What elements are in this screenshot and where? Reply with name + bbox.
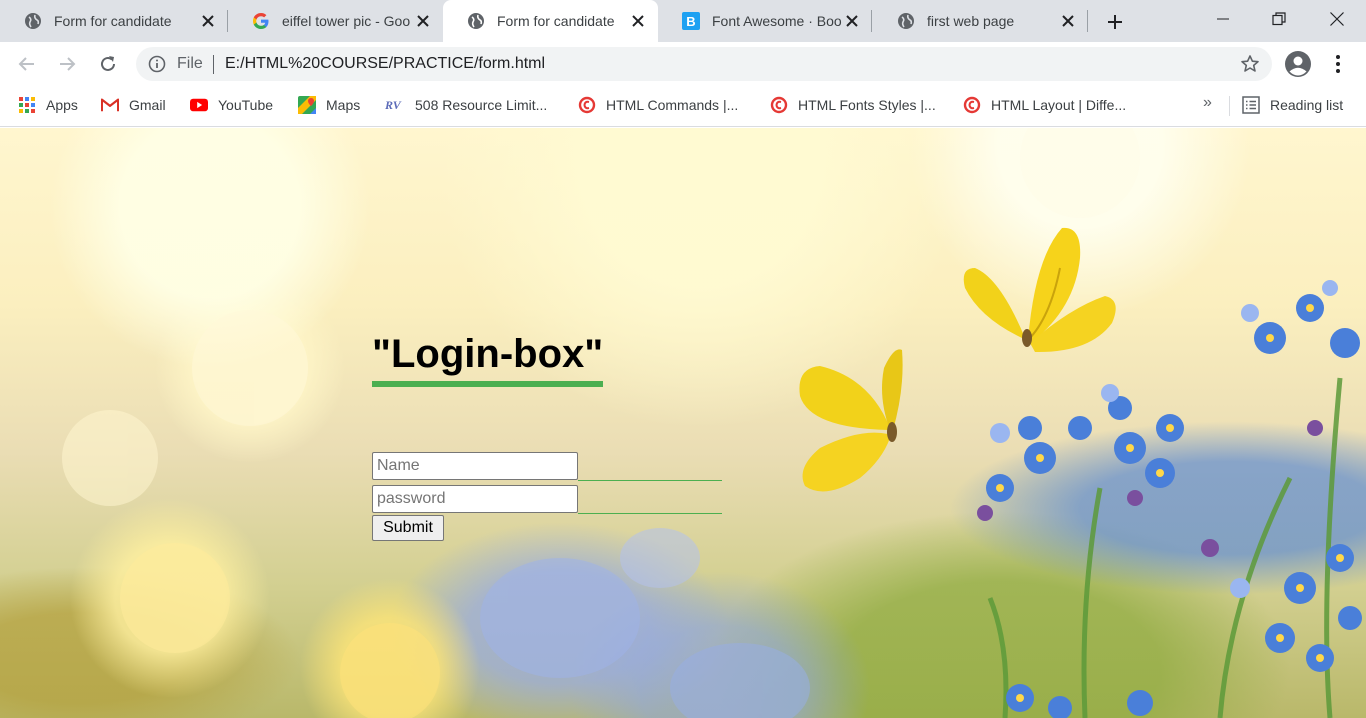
svg-text:RV: RV bbox=[385, 98, 402, 112]
tab-form-for-candidate-1[interactable]: Form for candidate bbox=[0, 0, 228, 42]
more-bookmarks-button[interactable]: » bbox=[1203, 94, 1212, 112]
address-separator bbox=[213, 55, 214, 74]
close-icon bbox=[1330, 12, 1344, 26]
scheme-label: File bbox=[177, 55, 203, 72]
bookmark-label: Gmail bbox=[129, 97, 166, 113]
bookmark-html-fonts-styles[interactable]: HTML Fonts Styles |... bbox=[770, 94, 936, 116]
tab-title: eiffel tower pic - Goo bbox=[282, 13, 411, 29]
bookmark-label: HTML Fonts Styles |... bbox=[798, 97, 936, 113]
globe-icon bbox=[897, 12, 915, 30]
site-c-icon bbox=[963, 96, 981, 114]
browser-toolbar: File E:/HTML%20COURSE/PRACTICE/form.html bbox=[0, 42, 1366, 86]
bookmark-label: Apps bbox=[46, 97, 78, 113]
tab-separator bbox=[871, 10, 872, 32]
google-icon bbox=[252, 12, 270, 30]
more-vert-icon bbox=[1336, 55, 1340, 73]
back-arrow-icon bbox=[18, 57, 34, 71]
tab-title: first web page bbox=[927, 13, 1015, 29]
restore-button[interactable] bbox=[1250, 0, 1308, 38]
minimize-icon bbox=[1217, 18, 1229, 20]
bookmarks-bar: Apps Gmail YouTube Maps RV 508 Resource … bbox=[0, 86, 1366, 127]
bookmark-star-icon[interactable] bbox=[1240, 54, 1260, 74]
bookmark-html-layout[interactable]: HTML Layout | Diffe... bbox=[963, 94, 1126, 116]
info-icon[interactable] bbox=[148, 55, 166, 73]
address-bar[interactable]: File E:/HTML%20COURSE/PRACTICE/form.html bbox=[136, 47, 1272, 81]
tab-title: Form for candidate bbox=[497, 13, 615, 29]
close-tab-icon[interactable] bbox=[628, 11, 648, 31]
page-viewport: "Login-box" Submit bbox=[0, 128, 1366, 718]
bookmark-label: Maps bbox=[326, 97, 361, 113]
bookmark-label: YouTube bbox=[218, 97, 274, 113]
bookmarks-separator bbox=[1229, 96, 1230, 116]
name-input[interactable] bbox=[372, 452, 578, 480]
tab-form-for-candidate-active[interactable]: Form for candidate bbox=[443, 0, 658, 42]
bookmark-html-commands[interactable]: HTML Commands |... bbox=[578, 94, 738, 116]
name-underline bbox=[578, 480, 722, 481]
close-tab-icon[interactable] bbox=[842, 11, 862, 31]
bookmark-maps[interactable]: Maps bbox=[298, 94, 360, 116]
tab-first-web-page[interactable]: first web page bbox=[873, 0, 1088, 42]
close-window-button[interactable] bbox=[1308, 0, 1366, 38]
youtube-icon bbox=[190, 96, 208, 114]
globe-icon bbox=[24, 12, 42, 30]
profile-avatar-icon[interactable] bbox=[1284, 50, 1312, 78]
tab-separator bbox=[1087, 10, 1088, 32]
forward-arrow-icon bbox=[60, 57, 76, 71]
close-tab-icon[interactable] bbox=[1058, 11, 1078, 31]
password-underline bbox=[578, 513, 722, 514]
reading-list-button[interactable]: Reading list bbox=[1242, 94, 1343, 116]
bookmark-508-resource-limit[interactable]: RV 508 Resource Limit... bbox=[385, 94, 547, 116]
site-c-icon bbox=[578, 96, 596, 114]
new-tab-button[interactable] bbox=[1102, 9, 1128, 35]
reading-list-label: Reading list bbox=[1270, 97, 1344, 113]
reading-list-icon bbox=[1242, 96, 1260, 114]
bootstrap-icon: B bbox=[682, 12, 700, 30]
login-heading: "Login-box" bbox=[372, 331, 604, 387]
bookmark-label: HTML Layout | Diffe... bbox=[991, 97, 1127, 113]
minimize-button[interactable] bbox=[1194, 0, 1252, 38]
gmail-icon bbox=[101, 96, 119, 114]
bookmark-apps[interactable]: Apps bbox=[18, 94, 78, 116]
reload-button[interactable] bbox=[94, 50, 122, 78]
browser-menu-button[interactable] bbox=[1326, 50, 1350, 78]
tab-title: Form for candidate bbox=[54, 13, 172, 29]
bookmark-label: 508 Resource Limit... bbox=[415, 97, 548, 113]
background-image bbox=[62, 128, 1362, 718]
bookmark-youtube[interactable]: YouTube bbox=[190, 94, 273, 116]
bookmark-gmail[interactable]: Gmail bbox=[101, 94, 166, 116]
apps-grid-icon bbox=[18, 96, 36, 114]
globe-icon bbox=[467, 12, 485, 30]
back-button[interactable] bbox=[13, 50, 41, 78]
bookmark-label: HTML Commands |... bbox=[606, 97, 739, 113]
svg-text:B: B bbox=[686, 14, 695, 29]
url-text[interactable]: E:/HTML%20COURSE/PRACTICE/form.html bbox=[225, 55, 545, 73]
butterfly-icon bbox=[963, 227, 1116, 353]
submit-button[interactable]: Submit bbox=[372, 515, 444, 541]
tab-title: Font Awesome · Boo bbox=[712, 13, 842, 29]
site-c-icon bbox=[770, 96, 788, 114]
maps-icon bbox=[298, 96, 316, 114]
tab-font-awesome[interactable]: B Font Awesome · Boo bbox=[658, 0, 872, 42]
reload-icon bbox=[101, 56, 115, 71]
tab-strip: Form for candidate eiffel tower pic - Go… bbox=[0, 0, 1366, 42]
password-input[interactable] bbox=[372, 485, 578, 513]
restore-icon bbox=[1272, 12, 1286, 26]
close-tab-icon[interactable] bbox=[198, 11, 218, 31]
forward-button[interactable] bbox=[53, 50, 81, 78]
tab-eiffel-tower-pic[interactable]: eiffel tower pic - Goo bbox=[228, 0, 443, 42]
plus-icon bbox=[1108, 15, 1122, 29]
close-tab-icon[interactable] bbox=[413, 11, 433, 31]
site-icon: RV bbox=[385, 96, 405, 114]
butterfly-icon bbox=[799, 349, 903, 492]
